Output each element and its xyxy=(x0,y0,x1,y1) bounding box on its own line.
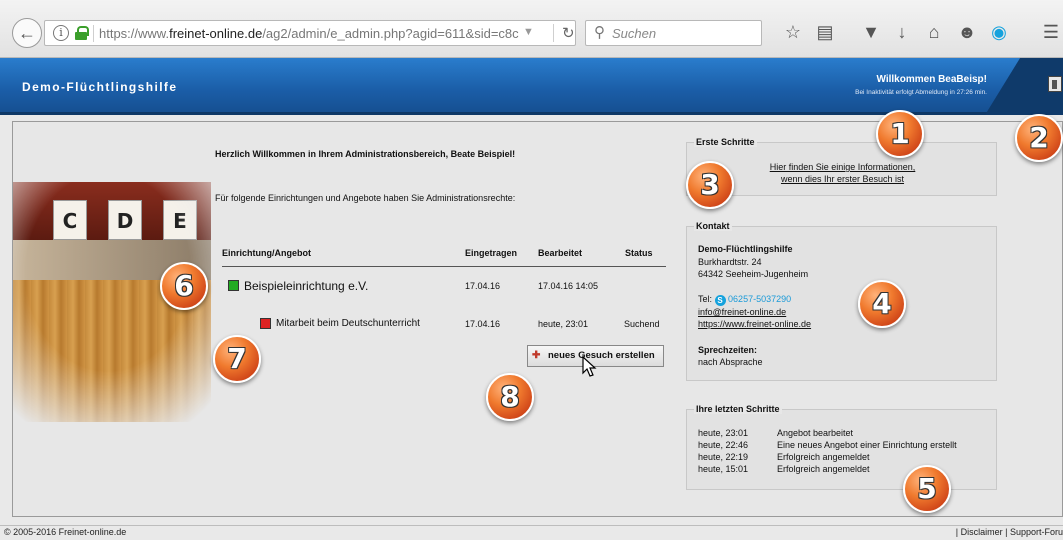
angebot-link[interactable]: Mitarbeit beim Deutschunterricht xyxy=(276,318,420,329)
status-square-green xyxy=(228,280,239,291)
download-icon[interactable]: ↓ xyxy=(891,21,913,43)
menu-icon[interactable]: ☰ xyxy=(1040,21,1062,43)
col-header-status: Status xyxy=(625,248,653,258)
reading-list-icon[interactable]: ▤ xyxy=(814,21,836,43)
step-time: heute, 23:01 xyxy=(698,428,749,438)
status-square-red xyxy=(260,318,271,329)
info-icon[interactable]: i xyxy=(53,25,69,41)
reload-icon[interactable]: ↻ xyxy=(553,24,575,42)
row1-eingetragen: 17.04.16 xyxy=(465,281,501,291)
kontakt-name: Demo-Flüchtlingshilfe xyxy=(698,244,793,254)
rights-message: Für folgende Einrichtungen und Angebote … xyxy=(215,193,516,203)
welcome-message: Herzlich Willkommen in Ihrem Administrat… xyxy=(215,149,516,159)
callout-badge-8: 8 xyxy=(486,373,534,421)
divider xyxy=(93,25,94,42)
first-visit-link[interactable]: Hier finden Sie einige Informationen, we… xyxy=(740,161,945,185)
back-arrow-icon[interactable]: ← xyxy=(12,18,42,48)
erste-schritte-title: Erste Schritte xyxy=(694,137,757,147)
col-header-eingetragen: Eingetragen xyxy=(465,248,518,258)
row1-bearbeitet: 17.04.16 14:05 xyxy=(538,281,599,291)
pocket-icon[interactable]: ▼ xyxy=(860,21,882,43)
callout-badge-4: 4 xyxy=(858,280,906,328)
kontakt-city: 64342 Seeheim-Jugenheim xyxy=(698,269,809,279)
skype-toolbar-icon[interactable]: ◉ xyxy=(988,21,1010,43)
welcome-user: Willkommen BeaBeisp! xyxy=(876,74,988,85)
kontakt-phone: Tel: S 06257-5037290 xyxy=(698,294,791,306)
skype-icon[interactable]: S xyxy=(714,295,726,306)
table-header-line xyxy=(222,266,666,267)
footer-links[interactable]: | Disclaimer | Support-Foru xyxy=(956,527,1063,537)
callout-badge-2: 2 xyxy=(1015,114,1063,162)
add-icon: ✚ xyxy=(532,350,541,361)
phone-number[interactable]: 06257-5037290 xyxy=(728,294,791,304)
kontakt-website[interactable]: https://www.freinet-online.de xyxy=(698,319,811,329)
url-bar[interactable]: i https://www.freinet-online.de/ag2/admi… xyxy=(44,20,576,46)
footer-bar xyxy=(0,525,1063,540)
app-title: Demo-Flüchtlingshilfe xyxy=(22,80,178,94)
chat-icon[interactable]: ☻ xyxy=(956,21,978,43)
step-text: Erfolgreich angemeldet xyxy=(777,452,870,462)
first-visit-link-line1[interactable]: Hier finden Sie einige Informationen, xyxy=(740,161,945,173)
dropdown-icon[interactable]: ▼ xyxy=(523,26,534,38)
sprechzeiten-title: Sprechzeiten: xyxy=(698,345,758,355)
step-text: Erfolgreich angemeldet xyxy=(777,464,870,474)
col-header-bearbeitet: Bearbeitet xyxy=(538,248,583,258)
photo-card-d: D xyxy=(108,200,142,240)
callout-badge-7: 7 xyxy=(213,335,261,383)
letzte-schritte-title: Ihre letzten Schritte xyxy=(694,404,782,414)
kontakt-title: Kontakt xyxy=(694,221,732,231)
new-request-label: neues Gesuch erstellen xyxy=(548,350,655,361)
logout-icon[interactable] xyxy=(1048,76,1062,92)
photo-card-c: C xyxy=(53,200,87,240)
bookmark-star-icon[interactable]: ☆ xyxy=(782,21,804,43)
callout-badge-6: 6 xyxy=(160,262,208,310)
inactivity-note: Bei Inaktivität erfolgt Abmeldung in 27:… xyxy=(855,89,987,96)
row2-bearbeitet: heute, 23:01 xyxy=(538,319,589,329)
step-time: heute, 22:19 xyxy=(698,452,749,462)
photo-card-e: E xyxy=(163,200,197,240)
step-time: heute, 22:46 xyxy=(698,440,749,450)
search-bar[interactable]: ⚲ Suchen xyxy=(585,20,762,46)
einrichtung-link[interactable]: Beispieleinrichtung e.V. xyxy=(244,279,368,293)
app-header: Demo-Flüchtlingshilfe Willkommen BeaBeis… xyxy=(0,58,1063,115)
tel-label: Tel: xyxy=(698,294,713,304)
mouse-cursor-icon xyxy=(582,356,597,377)
col-header-einrichtung: Einrichtung/Angebot xyxy=(222,248,311,258)
first-visit-link-line2[interactable]: wenn dies Ihr erster Besuch ist xyxy=(740,173,945,185)
callout-badge-5: 5 xyxy=(903,465,951,513)
callout-badge-3: 3 xyxy=(686,161,734,209)
row2-status: Suchend xyxy=(624,319,660,329)
copyright: © 2005-2016 Freinet-online.de xyxy=(4,527,127,537)
lock-icon[interactable] xyxy=(75,26,89,40)
callout-badge-1: 1 xyxy=(876,110,924,158)
kontakt-street: Burkhardtstr. 24 xyxy=(698,257,762,267)
kontakt-email[interactable]: info@freinet-online.de xyxy=(698,307,786,317)
search-placeholder: Suchen xyxy=(612,26,657,41)
step-time: heute, 15:01 xyxy=(698,464,749,474)
url-text[interactable]: https://www.freinet-online.de/ag2/admin/… xyxy=(99,26,519,41)
browser-toolbar: ← i https://www.freinet-online.de/ag2/ad… xyxy=(0,0,1063,58)
step-text: Angebot bearbeitet xyxy=(777,428,854,438)
row2-eingetragen: 17.04.16 xyxy=(465,319,501,329)
home-icon[interactable]: ⌂ xyxy=(923,21,945,43)
search-icon: ⚲ xyxy=(594,24,605,41)
step-text: Eine neues Angebot einer Einrichtung ers… xyxy=(777,440,957,450)
sprechzeiten-value: nach Absprache xyxy=(698,357,763,367)
